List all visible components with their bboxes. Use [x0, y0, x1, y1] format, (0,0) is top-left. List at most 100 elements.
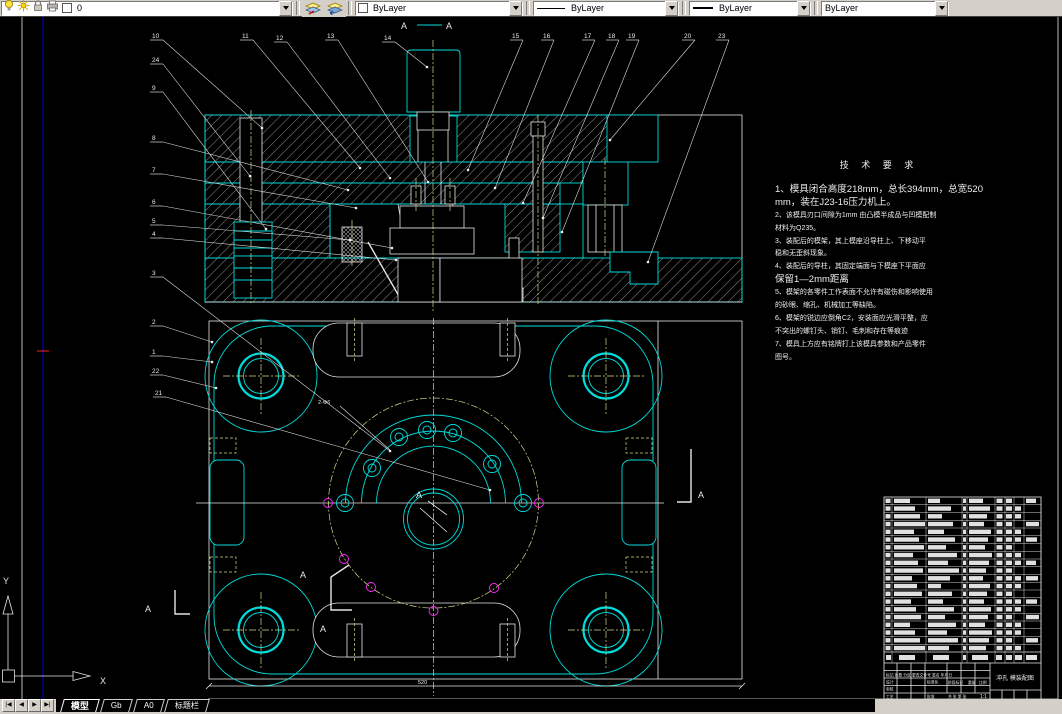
linetype-sample	[537, 8, 565, 9]
balloon-15: 15	[512, 33, 520, 40]
balloon-13: 13	[327, 33, 335, 40]
die-step	[400, 206, 464, 228]
ucs-origin-box	[3, 670, 15, 682]
separator	[814, 1, 818, 15]
layer-control[interactable]: 0	[1, 1, 293, 16]
current-color-value: ByLayer	[370, 3, 409, 13]
balloon-12: 12	[276, 35, 284, 42]
tab-nav-buttons: |◀◀▶▶|	[2, 699, 54, 712]
tech-req-line-14: 图号。	[775, 352, 975, 365]
balloon-16: 16	[543, 33, 551, 40]
layer-previous-button[interactable]	[324, 0, 346, 17]
svg-text:A: A	[145, 604, 151, 614]
balloon-1: 1	[152, 349, 156, 356]
linetype-dropdown-arrow[interactable]	[665, 1, 678, 16]
balloon-leader-2	[163, 326, 212, 342]
svg-text:Y: Y	[3, 576, 9, 586]
balloon-17: 17	[584, 33, 592, 40]
tech-req-title: 技 术 要 求	[775, 158, 975, 171]
tab-标题栏[interactable]: 标题栏	[165, 699, 211, 712]
tech-req-line-8: 保留1—2mm距离	[775, 274, 975, 287]
plot-style-dropdown-arrow[interactable]	[935, 1, 948, 16]
separator	[296, 1, 300, 15]
make-object-layer-current-button[interactable]	[302, 0, 324, 17]
title-block-field-0: 标记 处数 分区 更改文件号 签名 年月日	[886, 673, 952, 678]
balloon-10: 10	[152, 33, 160, 40]
tab-nav-button-0[interactable]: |◀	[2, 699, 15, 712]
svg-text:X: X	[100, 676, 106, 686]
autocad-window: 0 ByLayer ByLayer ByLayer ByLayer	[0, 0, 1062, 714]
balloon-24: 24	[152, 57, 160, 64]
tech-req-line-10: 的砂眼、缩孔、机械加工等缺陷。	[775, 300, 975, 313]
die-block	[390, 228, 474, 254]
title-block-field-7: 重量	[968, 680, 976, 685]
current-layer-name: 0	[74, 3, 85, 13]
layer-dropdown-arrow[interactable]	[279, 1, 292, 16]
parts-list-table: 冲孔 模装配图 1:1 标记 处数 分区 更改文件号 签名 年月日设计标准化审核…	[884, 497, 1041, 699]
svg-text:520: 520	[418, 680, 427, 686]
printer-icon[interactable]	[46, 0, 59, 17]
tech-req-line-7: 4、装配后的导柱，其固定端面与下模座下平面应	[775, 261, 975, 274]
title-block-field-6: 阶段标记	[948, 680, 963, 685]
balloon-11: 11	[242, 33, 249, 40]
tech-req-line-1: 1、模具闭合高度218mm，总长394mm，总宽520	[775, 184, 975, 197]
title-block-field-8: 比例	[979, 680, 987, 685]
balloon-19: 19	[628, 33, 636, 40]
linetype-control[interactable]: ByLayer	[533, 1, 679, 16]
plot-style-control[interactable]: ByLayer	[821, 1, 949, 16]
tab-模型[interactable]: 模型	[60, 699, 100, 712]
balloon-6: 6	[152, 199, 156, 206]
width-dimension: 520	[206, 680, 745, 689]
tab-nav-button-3[interactable]: ▶|	[41, 699, 54, 712]
current-color-swatch	[358, 3, 368, 13]
balloon-7: 7	[152, 167, 156, 174]
sun-freeze-icon[interactable]	[17, 0, 30, 17]
balloon-leader-1	[163, 356, 212, 362]
tech-req-line-5: 3、装配后的模架，其上模座沿导柱上、下移动平	[775, 236, 975, 249]
title-block-field-3: 审核	[886, 687, 894, 692]
balloon-9: 9	[152, 85, 156, 92]
lock-icon[interactable]	[32, 0, 44, 17]
tech-req-line-11: 6、模架的锐边应倒角C2，安装面应光滑平整，应	[775, 313, 975, 326]
section-view	[205, 40, 742, 312]
lineweight-control[interactable]: ByLayer	[689, 1, 811, 16]
tab-strip: 模型GbA0标题栏	[56, 699, 875, 712]
balloon-23: 23	[718, 33, 726, 40]
balloon-20: 20	[684, 33, 692, 40]
object-properties-toolbar: 0 ByLayer ByLayer ByLayer ByLayer	[0, 0, 1062, 17]
lightbulb-icon[interactable]	[3, 0, 15, 17]
separator	[348, 1, 352, 15]
bolt-holes	[337, 422, 532, 512]
tab-nav-button-1[interactable]: ◀	[15, 699, 28, 712]
guide-bushing	[234, 222, 272, 256]
layer-color-swatch	[62, 3, 72, 13]
ucs-icon: Y X	[3, 576, 107, 686]
separator	[526, 1, 530, 15]
lineweight-dropdown-arrow[interactable]	[797, 1, 810, 16]
tech-req-line-9: 5、模架的各零件工作表面不允许有碰伤和影响使用	[775, 287, 975, 300]
tech-req-line-3: 2、该模具刃口间隙为1mm 由凸模半成品与凹模配制	[775, 210, 975, 223]
tab-nav-button-2[interactable]: ▶	[28, 699, 41, 712]
balloon-leader-14	[395, 42, 427, 67]
svg-text:A: A	[446, 21, 452, 31]
balloon-18: 18	[608, 33, 616, 40]
die-center: 2-Φ6 A	[318, 398, 544, 616]
svg-text:A: A	[698, 490, 704, 500]
current-linetype-value: ByLayer	[568, 3, 607, 13]
current-lineweight-value: ByLayer	[716, 3, 755, 13]
balloon-14: 14	[384, 35, 392, 42]
color-dropdown-arrow[interactable]	[509, 1, 522, 16]
tab-A0[interactable]: A0	[133, 699, 165, 712]
balloon-3: 3	[152, 270, 156, 277]
separator	[682, 1, 686, 15]
color-control[interactable]: ByLayer	[355, 1, 523, 16]
tab-Gb[interactable]: Gb	[100, 699, 132, 712]
technical-requirements: 技 术 要 求 1、模具闭合高度218mm，总长394mm，总宽520mm，装在…	[775, 158, 975, 364]
balloon-5: 5	[152, 218, 156, 225]
balloon-leader-23	[648, 40, 729, 262]
tech-req-line-4: 材料为Q235。	[775, 223, 975, 236]
layout-tab-bar: |◀◀▶▶| 模型GbA0标题栏	[0, 699, 1062, 714]
punch-shank	[407, 50, 460, 112]
drawing-area[interactable]: A A	[0, 17, 1062, 699]
title-block-field-1: 设计	[886, 680, 894, 685]
